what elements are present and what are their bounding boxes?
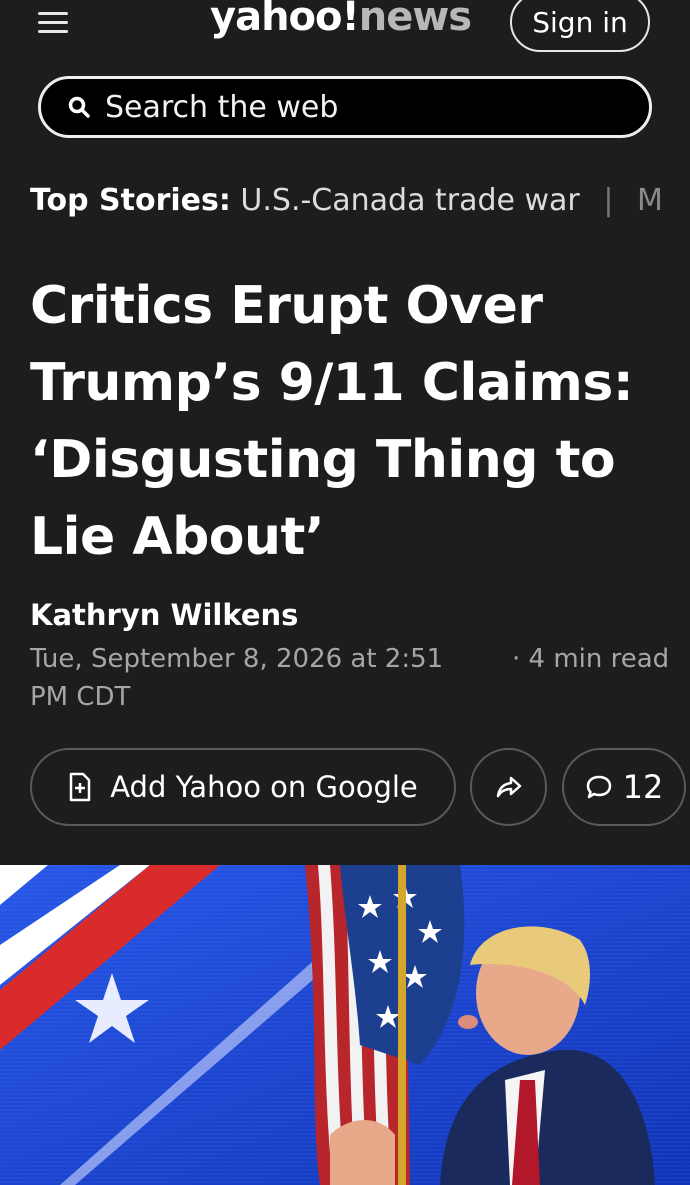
share-arrow-icon <box>496 776 521 798</box>
sign-in-button[interactable]: Sign in <box>510 0 650 52</box>
search-icon <box>68 96 90 118</box>
top-bar: yahoo!news Sign in <box>0 0 690 60</box>
share-button[interactable] <box>470 748 547 826</box>
article-headline: Critics Erupt Over Trump’s 9/11 Claims: … <box>30 276 634 567</box>
top-stories-divider: | <box>603 183 614 218</box>
add-document-icon <box>69 772 91 802</box>
add-google-label: Add Yahoo on Google <box>110 770 418 804</box>
top-story-link[interactable]: U.S.-Canada trade war <box>240 183 579 218</box>
yahoo-news-logo[interactable]: yahoo!news <box>210 0 472 40</box>
comment-bubble-icon <box>586 775 611 799</box>
logo-news-text: news <box>358 0 472 40</box>
search-bar[interactable]: Search the web <box>38 76 652 138</box>
comment-count: 12 <box>622 768 664 806</box>
article-read-time: · 4 min read <box>512 644 670 674</box>
add-yahoo-on-google-button[interactable]: Add Yahoo on Google <box>30 748 456 826</box>
comments-button[interactable]: 12 <box>562 748 686 826</box>
article-date: Tue, September 8, 2026 at 2:51 PM CDT <box>30 644 444 712</box>
hero-image[interactable] <box>0 865 690 1185</box>
search-input[interactable]: Search the web <box>105 90 338 125</box>
logo-yahoo-text: yahoo! <box>210 0 360 40</box>
hero-photo <box>0 865 690 1185</box>
top-story-link[interactable]: Mian <box>637 183 660 218</box>
hamburger-menu-icon[interactable] <box>38 8 72 38</box>
top-stories-bar: Top Stories: U.S.-Canada trade war | Mia… <box>30 183 660 225</box>
top-stories-label: Top Stories: <box>30 183 231 218</box>
article-author[interactable]: Kathryn Wilkens <box>30 598 298 632</box>
